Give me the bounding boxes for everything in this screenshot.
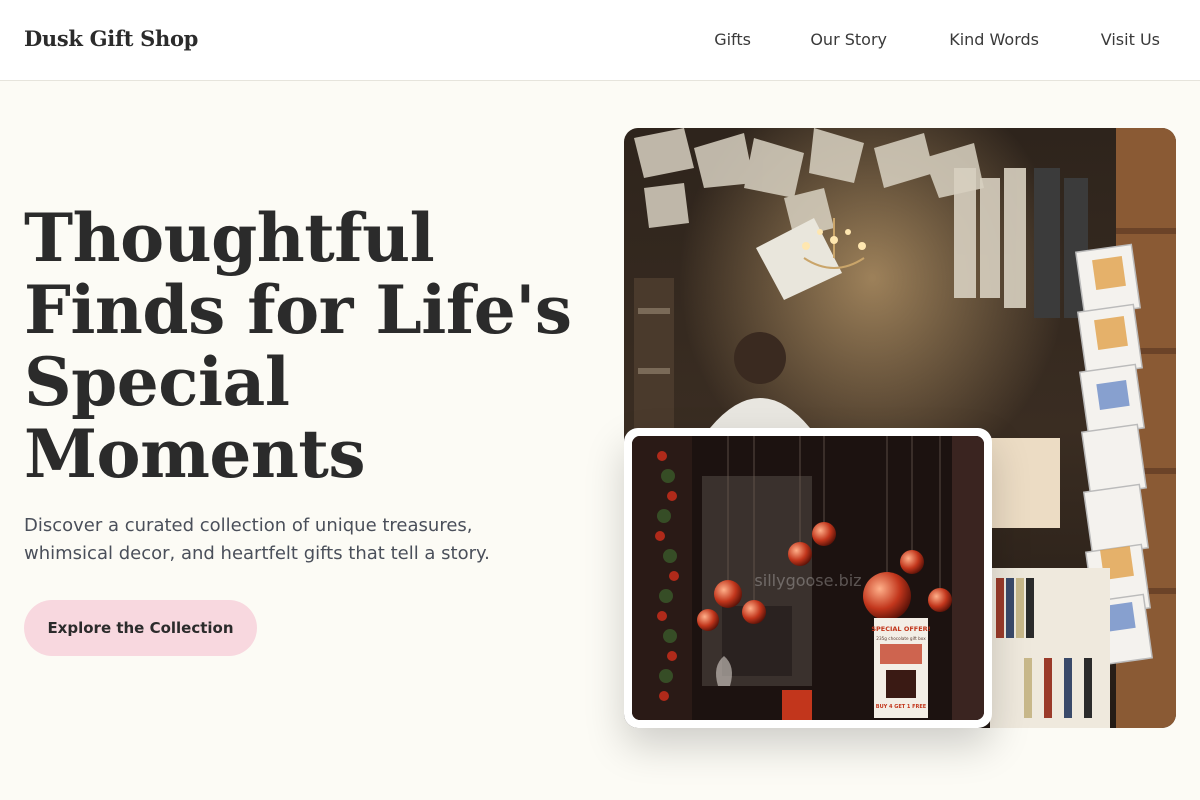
hero-title-line: Thoughtful <box>24 199 435 277</box>
nav-link-gifts[interactable]: Gifts <box>714 30 751 49</box>
storefront-photo: SPECIAL OFFER! 235g chocolate gift box B… <box>632 436 984 720</box>
hero-subtitle: Discover a curated collection of unique … <box>24 512 544 568</box>
storefront-illustration: SPECIAL OFFER! 235g chocolate gift box B… <box>632 436 984 720</box>
hero-subtitle-line: Discover a curated collection of unique … <box>24 515 473 536</box>
hero-subtitle-line: whimsical decor, and heartfelt gifts tha… <box>24 543 490 564</box>
photo-watermark: sillygoose.biz <box>754 571 861 590</box>
nav-link-our-story[interactable]: Our Story <box>810 30 887 49</box>
storefront-photo-card: SPECIAL OFFER! 235g chocolate gift box B… <box>624 428 992 728</box>
hero-title-line: Moments <box>24 415 366 493</box>
hero-title-line: Special <box>24 343 290 421</box>
hero-title-line: Finds for Life's <box>24 271 572 349</box>
offer-sign-heading: SPECIAL OFFER! <box>871 625 930 633</box>
nav-link-kind-words[interactable]: Kind Words <box>949 30 1039 49</box>
offer-sign-footer: BUY 4 GET 1 FREE <box>876 704 927 710</box>
site-logo[interactable]: Dusk Gift Shop <box>24 26 198 51</box>
nav-link-visit-us[interactable]: Visit Us <box>1101 30 1160 49</box>
explore-collection-button[interactable]: Explore the Collection <box>24 600 257 656</box>
site-header: Dusk Gift Shop Gifts Our Story Kind Word… <box>0 0 1200 81</box>
offer-sign-subtitle: 235g chocolate gift box <box>876 636 926 641</box>
hero-title: Thoughtful Finds for Life's Special Mome… <box>24 202 584 490</box>
